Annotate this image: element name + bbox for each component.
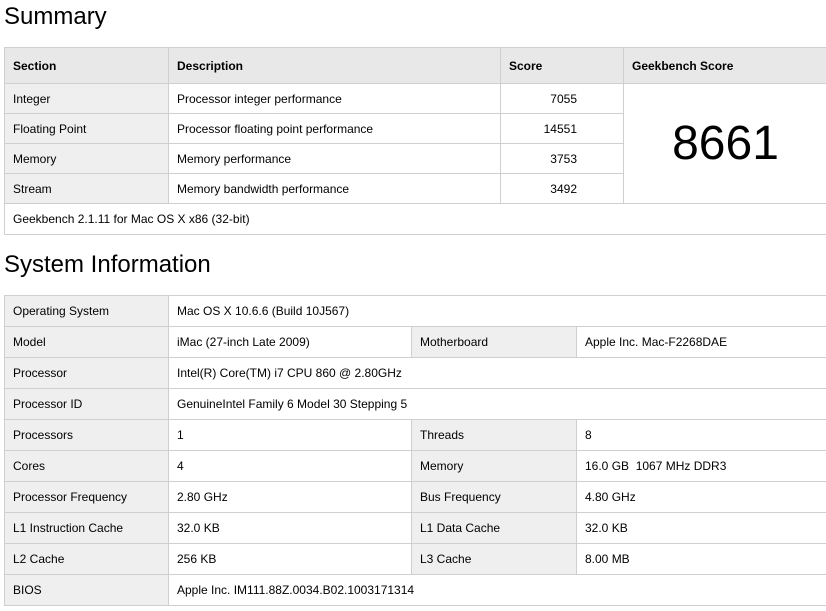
section-cell: Memory [4, 143, 169, 174]
l1-instruction-cache-value: 32.0 KB [168, 512, 412, 544]
model-value: iMac (27-inch Late 2009) [168, 326, 412, 358]
score-column-header: Score [500, 47, 624, 84]
l1-data-cache-value: 32.0 KB [576, 512, 826, 544]
score-cell: 3492 [500, 173, 624, 204]
section-cell: Stream [4, 173, 169, 204]
geekbench-version-text: Geekbench 2.1.11 for Mac OS X x86 (32-bi… [4, 203, 826, 235]
section-column-header: Section [4, 47, 169, 84]
l3-cache-value: 8.00 MB [576, 543, 826, 575]
description-cell: Memory bandwidth performance [168, 173, 501, 204]
processor-value: Intel(R) Core(TM) i7 CPU 860 @ 2.80GHz [168, 357, 826, 389]
table-row: Processor ID GenuineIntel Family 6 Model… [4, 388, 826, 420]
system-information-table: Operating System Mac OS X 10.6.6 (Build … [4, 295, 826, 606]
table-row: BIOS Apple Inc. IM111.88Z.0034.B02.10031… [4, 574, 826, 606]
table-row: Processors 1 Threads 8 [4, 419, 826, 451]
processor-frequency-label: Processor Frequency [4, 481, 169, 513]
bios-value: Apple Inc. IM111.88Z.0034.B02.1003171314 [168, 574, 826, 606]
operating-system-label: Operating System [4, 295, 169, 327]
processor-id-label: Processor ID [4, 388, 169, 420]
processor-label: Processor [4, 357, 169, 389]
cores-value: 4 [168, 450, 412, 482]
table-row: Integer Processor integer performance 70… [4, 83, 826, 204]
cores-label: Cores [4, 450, 169, 482]
geekbench-score-column-header: Geekbench Score [623, 47, 826, 84]
section-cell: Floating Point [4, 113, 169, 144]
score-cell: 7055 [500, 83, 624, 114]
processor-id-value: GenuineIntel Family 6 Model 30 Stepping … [168, 388, 826, 420]
score-cell: 3753 [500, 143, 624, 174]
processors-label: Processors [4, 419, 169, 451]
operating-system-value: Mac OS X 10.6.6 (Build 10J567) [168, 295, 826, 327]
motherboard-value: Apple Inc. Mac-F2268DAE [576, 326, 826, 358]
description-cell: Processor floating point performance [168, 113, 501, 144]
table-row: Cores 4 Memory 16.0 GB 1067 MHz DDR3 [4, 450, 826, 482]
l1-instruction-cache-label: L1 Instruction Cache [4, 512, 169, 544]
summary-header-row: Section Description Score Geekbench Scor… [4, 47, 826, 84]
processor-frequency-value: 2.80 GHz [168, 481, 412, 513]
table-row: Operating System Mac OS X 10.6.6 (Build … [4, 295, 826, 327]
memory-value: 16.0 GB 1067 MHz DDR3 [576, 450, 826, 482]
bios-label: BIOS [4, 574, 169, 606]
bus-frequency-value: 4.80 GHz [576, 481, 826, 513]
threads-value: 8 [576, 419, 826, 451]
section-cell: Integer [4, 83, 169, 114]
system-information-title: System Information [4, 251, 211, 278]
threads-label: Threads [411, 419, 577, 451]
model-label: Model [4, 326, 169, 358]
bus-frequency-label: Bus Frequency [411, 481, 577, 513]
processors-value: 1 [168, 419, 412, 451]
l1-data-cache-label: L1 Data Cache [411, 512, 577, 544]
table-row: Processor Frequency 2.80 GHz Bus Frequen… [4, 481, 826, 513]
l2-cache-label: L2 Cache [4, 543, 169, 575]
description-cell: Memory performance [168, 143, 501, 174]
l2-cache-value: 256 KB [168, 543, 412, 575]
description-cell: Processor integer performance [168, 83, 501, 114]
summary-title: Summary [4, 3, 107, 30]
summary-table: Section Description Score Geekbench Scor… [4, 47, 826, 235]
table-row: Processor Intel(R) Core(TM) i7 CPU 860 @… [4, 357, 826, 389]
table-row: L2 Cache 256 KB L3 Cache 8.00 MB [4, 543, 826, 575]
table-row: L1 Instruction Cache 32.0 KB L1 Data Cac… [4, 512, 826, 544]
table-row: Model iMac (27-inch Late 2009) Motherboa… [4, 326, 826, 358]
l3-cache-label: L3 Cache [411, 543, 577, 575]
summary-footer-row: Geekbench 2.1.11 for Mac OS X x86 (32-bi… [4, 203, 826, 235]
description-column-header: Description [168, 47, 501, 84]
score-cell: 14551 [500, 113, 624, 144]
motherboard-label: Motherboard [411, 326, 577, 358]
geekbench-score-value: 8661 [623, 83, 826, 204]
memory-label: Memory [411, 450, 577, 482]
